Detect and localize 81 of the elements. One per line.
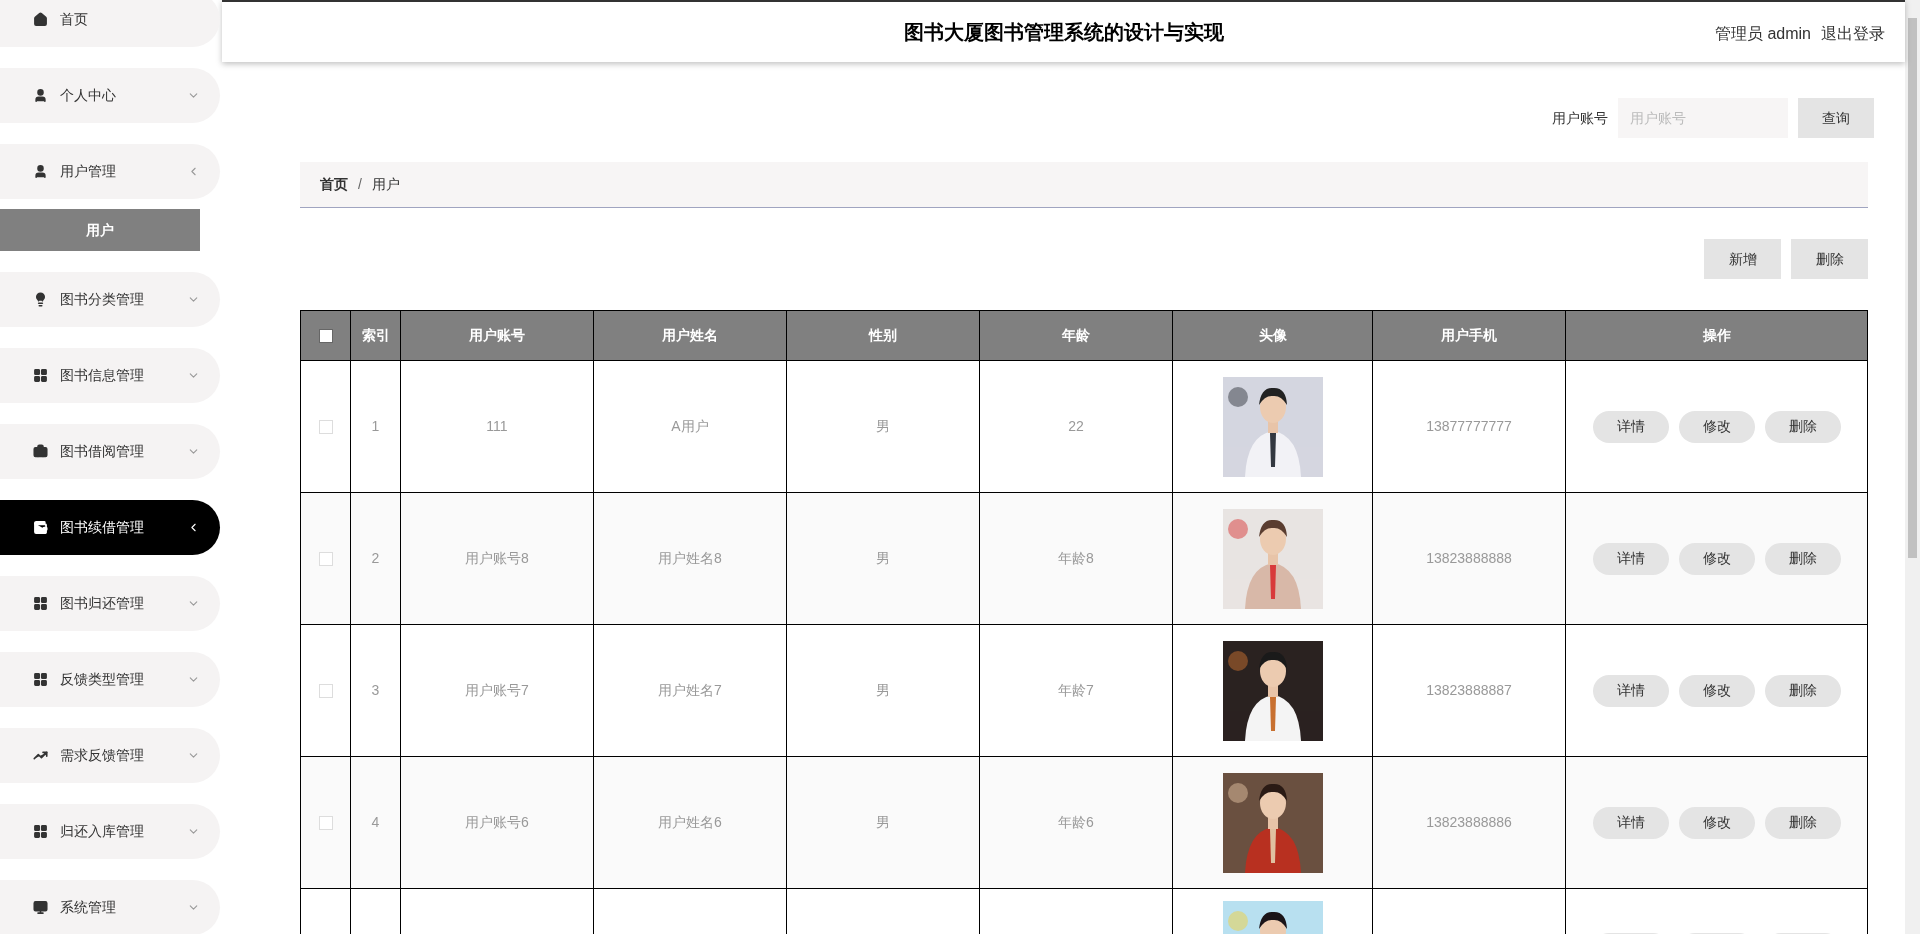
table-cell: 22 <box>979 360 1173 493</box>
delete-button[interactable]: 删除 <box>1791 239 1868 279</box>
table-cell: 4 <box>350 756 401 889</box>
action-button[interactable]: 删除 <box>1764 410 1841 443</box>
sidebar-item[interactable]: 反馈类型管理 <box>0 652 220 707</box>
table-cell: 3 <box>350 624 401 757</box>
sidebar-item[interactable]: 系统管理 <box>0 880 220 934</box>
table-cell: 13823888886 <box>1372 756 1566 889</box>
table-cell: 年龄6 <box>979 756 1173 889</box>
sidebar-item[interactable]: 图书信息管理 <box>0 348 220 403</box>
action-button[interactable]: 修改 <box>1678 542 1755 575</box>
column-header: 性别 <box>786 310 980 361</box>
table-cell: 2 <box>350 492 401 625</box>
monitor-icon <box>33 900 48 915</box>
search-field[interactable]: 用户账号 <box>1618 98 1788 138</box>
table-cell: 年龄8 <box>979 492 1173 625</box>
action-button[interactable]: 修改 <box>1678 410 1755 443</box>
table-cell: 13823888887 <box>1372 624 1566 757</box>
action-button[interactable]: 详情 <box>1592 806 1669 839</box>
logout-link[interactable]: 退出登录 <box>1821 22 1885 46</box>
action-button[interactable]: 删除 <box>1764 806 1841 839</box>
person-icon <box>33 88 48 103</box>
action-button[interactable]: 详情 <box>1592 674 1669 707</box>
action-button[interactable]: 删除 <box>1764 674 1841 707</box>
column-header: 索引 <box>350 310 401 361</box>
user-label: 管理员 admin <box>1714 24 1811 44</box>
column-header: 用户账号 <box>400 310 594 361</box>
table-cell: A用户 <box>593 360 787 493</box>
grid-icon <box>33 596 48 611</box>
sidebar-item[interactable]: 图书借阅管理 <box>0 424 220 479</box>
table-cell: 用户姓名8 <box>593 492 787 625</box>
wallet-icon <box>33 520 48 535</box>
bulb-icon <box>33 292 48 307</box>
sidebar-item[interactable]: 首页 <box>0 0 220 47</box>
table-cell: 男 <box>786 624 980 757</box>
table-cell: 用户姓名6 <box>593 756 787 889</box>
sidebar-item[interactable]: 图书归还管理 <box>0 576 220 631</box>
search-button[interactable]: 查询 <box>1798 98 1874 138</box>
breadcrumb-link[interactable]: 用户 <box>371 174 400 195</box>
column-header: 年龄 <box>979 310 1173 361</box>
search-label: 用户账号 <box>1552 108 1608 128</box>
sidebar-item[interactable]: 用户管理 <box>0 144 220 199</box>
table-cell: 男 <box>786 360 980 493</box>
sidebar-item[interactable]: 个人中心 <box>0 68 220 123</box>
app-title: 图书大厦图书管理系统的设计与实现 <box>903 20 1224 45</box>
add-button[interactable]: 新增 <box>1704 239 1781 279</box>
table-cell: 13877777777 <box>1372 360 1566 493</box>
table-cell: 用户账号7 <box>400 624 594 757</box>
table-cell: 男 <box>786 756 980 889</box>
breadcrumb-separator: / <box>358 175 362 194</box>
table-cell: 用户姓名7 <box>593 624 787 757</box>
briefcase-icon <box>33 444 48 459</box>
table-cell: 13823888888 <box>1372 492 1566 625</box>
breadcrumb-link[interactable]: 首页 <box>320 174 348 195</box>
submenu-item[interactable]: 用户 <box>0 209 200 251</box>
action-button[interactable]: 修改 <box>1678 674 1755 707</box>
sidebar-item[interactable]: 图书分类管理 <box>0 272 220 327</box>
home-icon <box>33 12 48 27</box>
table-cell: 年龄7 <box>979 624 1173 757</box>
table-cell: 用户账号8 <box>400 492 594 625</box>
column-header: 头像 <box>1172 310 1373 361</box>
action-button[interactable]: 详情 <box>1592 410 1669 443</box>
grid-icon <box>33 672 48 687</box>
action-button[interactable]: 删除 <box>1764 542 1841 575</box>
table-cell: 111 <box>400 360 594 493</box>
table-cell: 1 <box>350 360 401 493</box>
column-header: 用户姓名 <box>593 310 787 361</box>
table-cell: 男 <box>786 492 980 625</box>
person-icon <box>33 164 48 179</box>
sidebar-item[interactable]: 归还入库管理 <box>0 804 220 859</box>
action-button[interactable]: 修改 <box>1678 806 1755 839</box>
action-button[interactable]: 详情 <box>1592 542 1669 575</box>
grid-icon <box>33 368 48 383</box>
sidebar-item[interactable]: 图书续借管理 <box>0 500 220 555</box>
table-cell: 用户账号6 <box>400 756 594 889</box>
checkbox[interactable] <box>318 329 333 344</box>
column-header: 用户手机 <box>1372 310 1566 361</box>
grid-icon <box>33 824 48 839</box>
column-header: 操作 <box>1565 310 1868 361</box>
sidebar-item[interactable]: 需求反馈管理 <box>0 728 220 783</box>
scrollbar[interactable] <box>1905 0 1920 934</box>
